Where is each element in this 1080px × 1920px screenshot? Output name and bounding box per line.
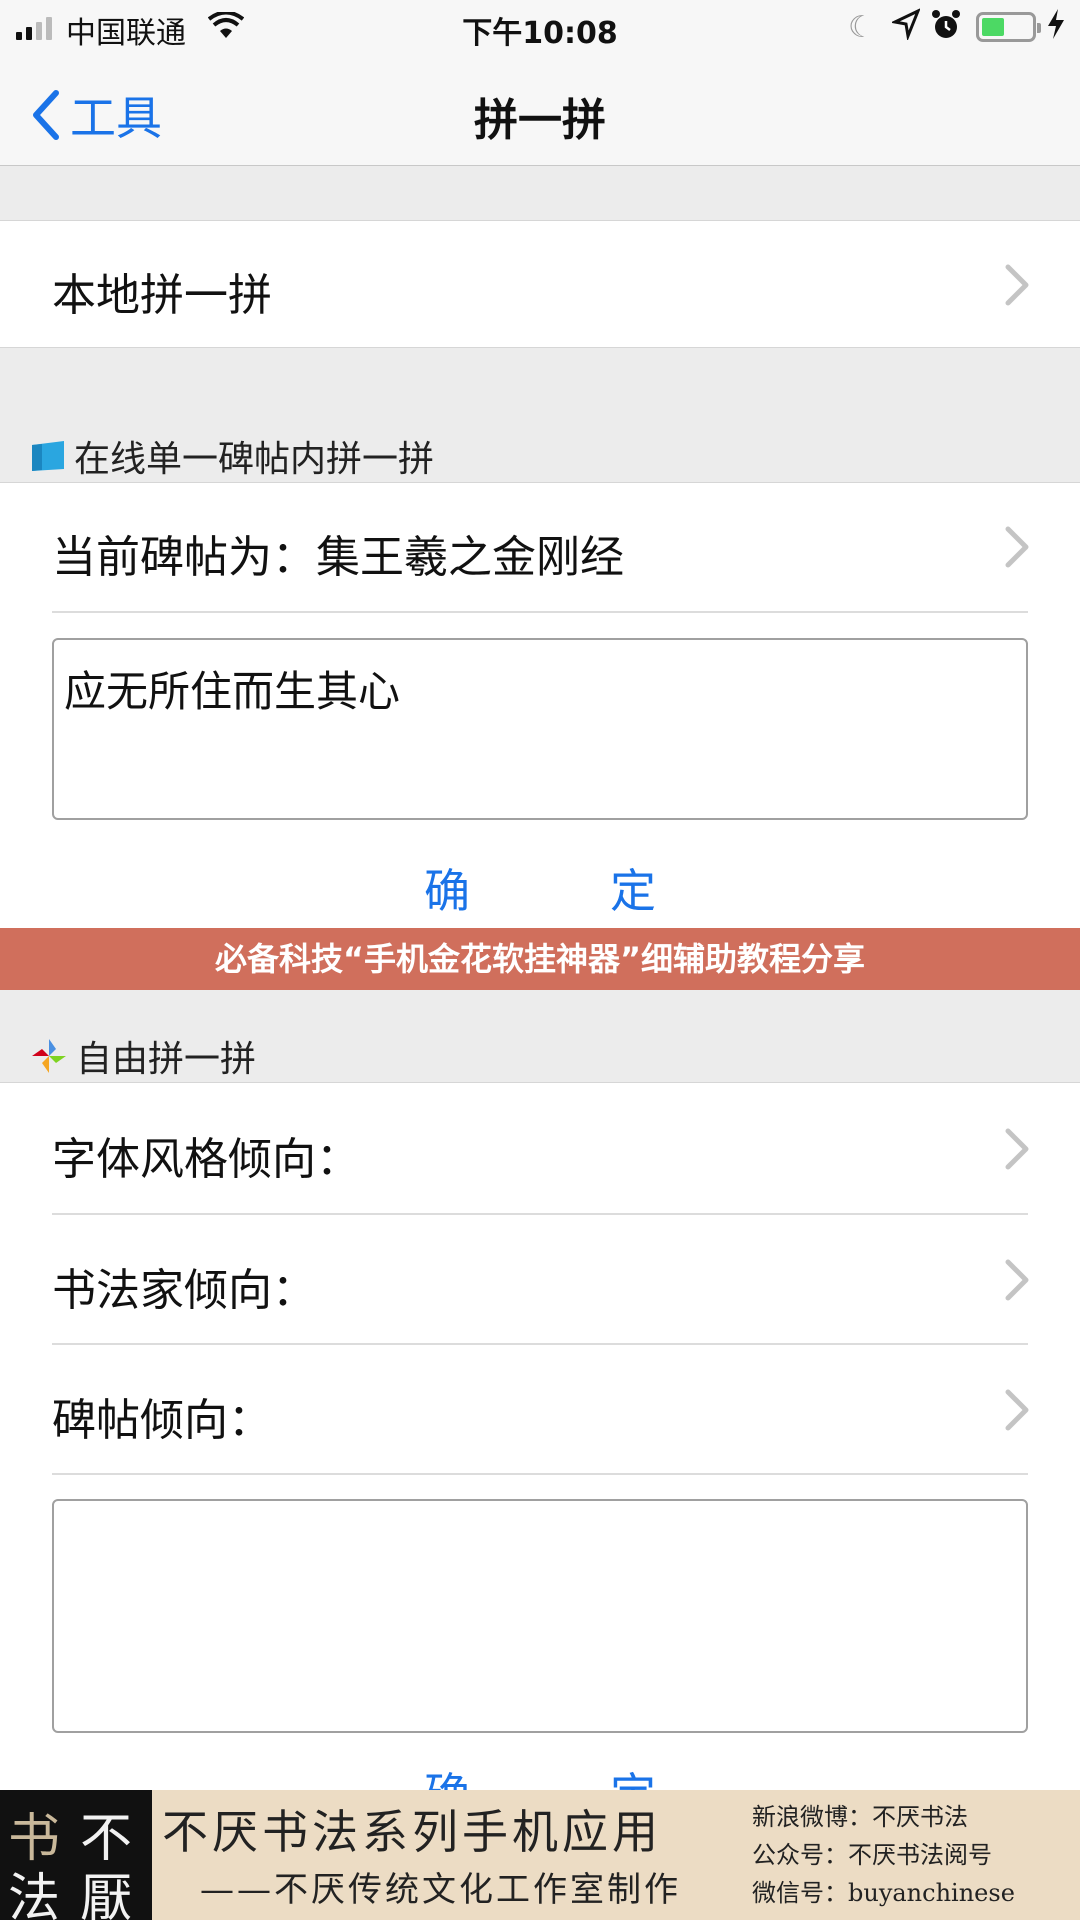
pinwheel-icon [32,1039,66,1073]
ad-headline: 不厌书法系列手机应用 [162,1805,662,1859]
free-section-header: 自由拼一拼 [30,1030,256,1082]
charging-icon [1046,8,1066,48]
chevron-right-icon [1005,1128,1029,1170]
chevron-right-icon [1005,1259,1029,1301]
chevron-right-icon [1005,264,1029,306]
book-icon [32,441,64,471]
chevron-right-icon [1005,1389,1029,1431]
local-combine-label: 本地拼一拼 [52,270,272,321]
battery-icon [976,12,1041,42]
current-stele-row[interactable]: 当前碑帖为：集王羲之金刚经 [0,483,1080,611]
brand-logo: 书 不 法 厭 [0,1790,152,1920]
online-section: 当前碑帖为：集王羲之金刚经 应无所住而生其心 确定 [0,482,1080,928]
ad-banner[interactable]: 书 不 法 厭 不厌书法系列手机应用 ——不厌传统文化工作室制作 新浪微博：不厌… [0,1790,1080,1920]
overlay-banner: 必备科技“手机金花软挂神器”细辅助教程分享 [0,928,1080,990]
calligrapher-row[interactable]: 书法家倾向： [0,1214,1080,1344]
free-section: 字体风格倾向： 书法家倾向： 碑帖倾向： 确定 [0,1082,1080,1822]
free-section-title: 自由拼一拼 [76,1039,257,1080]
local-combine-row[interactable]: 本地拼一拼 [0,220,1080,348]
online-confirm-button[interactable]: 确定 [0,855,1080,921]
ad-weibo: 新浪微博：不厌书法 [752,1803,968,1831]
stele-label: 碑帖倾向： [52,1395,272,1446]
chevron-right-icon [1005,526,1029,568]
page-title: 拼一拼 [474,95,606,146]
alarm-icon [930,8,962,50]
font-style-label: 字体风格倾向： [52,1134,360,1185]
do-not-disturb-icon: ☾ [848,10,875,45]
calligrapher-label: 书法家倾向： [52,1265,316,1316]
ad-weixin: 微信号：buyanchinese [752,1879,1015,1907]
status-bar: 中国联通 下午10:08 ☾ [0,0,1080,54]
online-section-title: 在线单一碑帖内拼一拼 [74,439,435,480]
online-text-input[interactable]: 应无所住而生其心 [52,638,1028,820]
current-stele-label: 当前碑帖为：集王羲之金刚经 [52,532,624,583]
stele-row[interactable]: 碑帖倾向： [0,1344,1080,1474]
row-divider [52,611,1028,613]
online-section-header: 在线单一碑帖内拼一拼 [30,430,434,482]
navigation-bar: 工具 拼一拼 [0,54,1080,166]
row-divider [52,1473,1028,1475]
ad-subline: ——不厌传统文化工作室制作 [200,1870,681,1910]
free-text-input[interactable] [52,1499,1028,1733]
ad-contact-info: 新浪微博：不厌书法 公众号：不厌书法阅号 微信号：buyanchinese [752,1798,1015,1912]
ad-gongzhong: 公众号：不厌书法阅号 [752,1841,992,1869]
location-icon [890,7,921,48]
font-style-row[interactable]: 字体风格倾向： [0,1083,1080,1213]
